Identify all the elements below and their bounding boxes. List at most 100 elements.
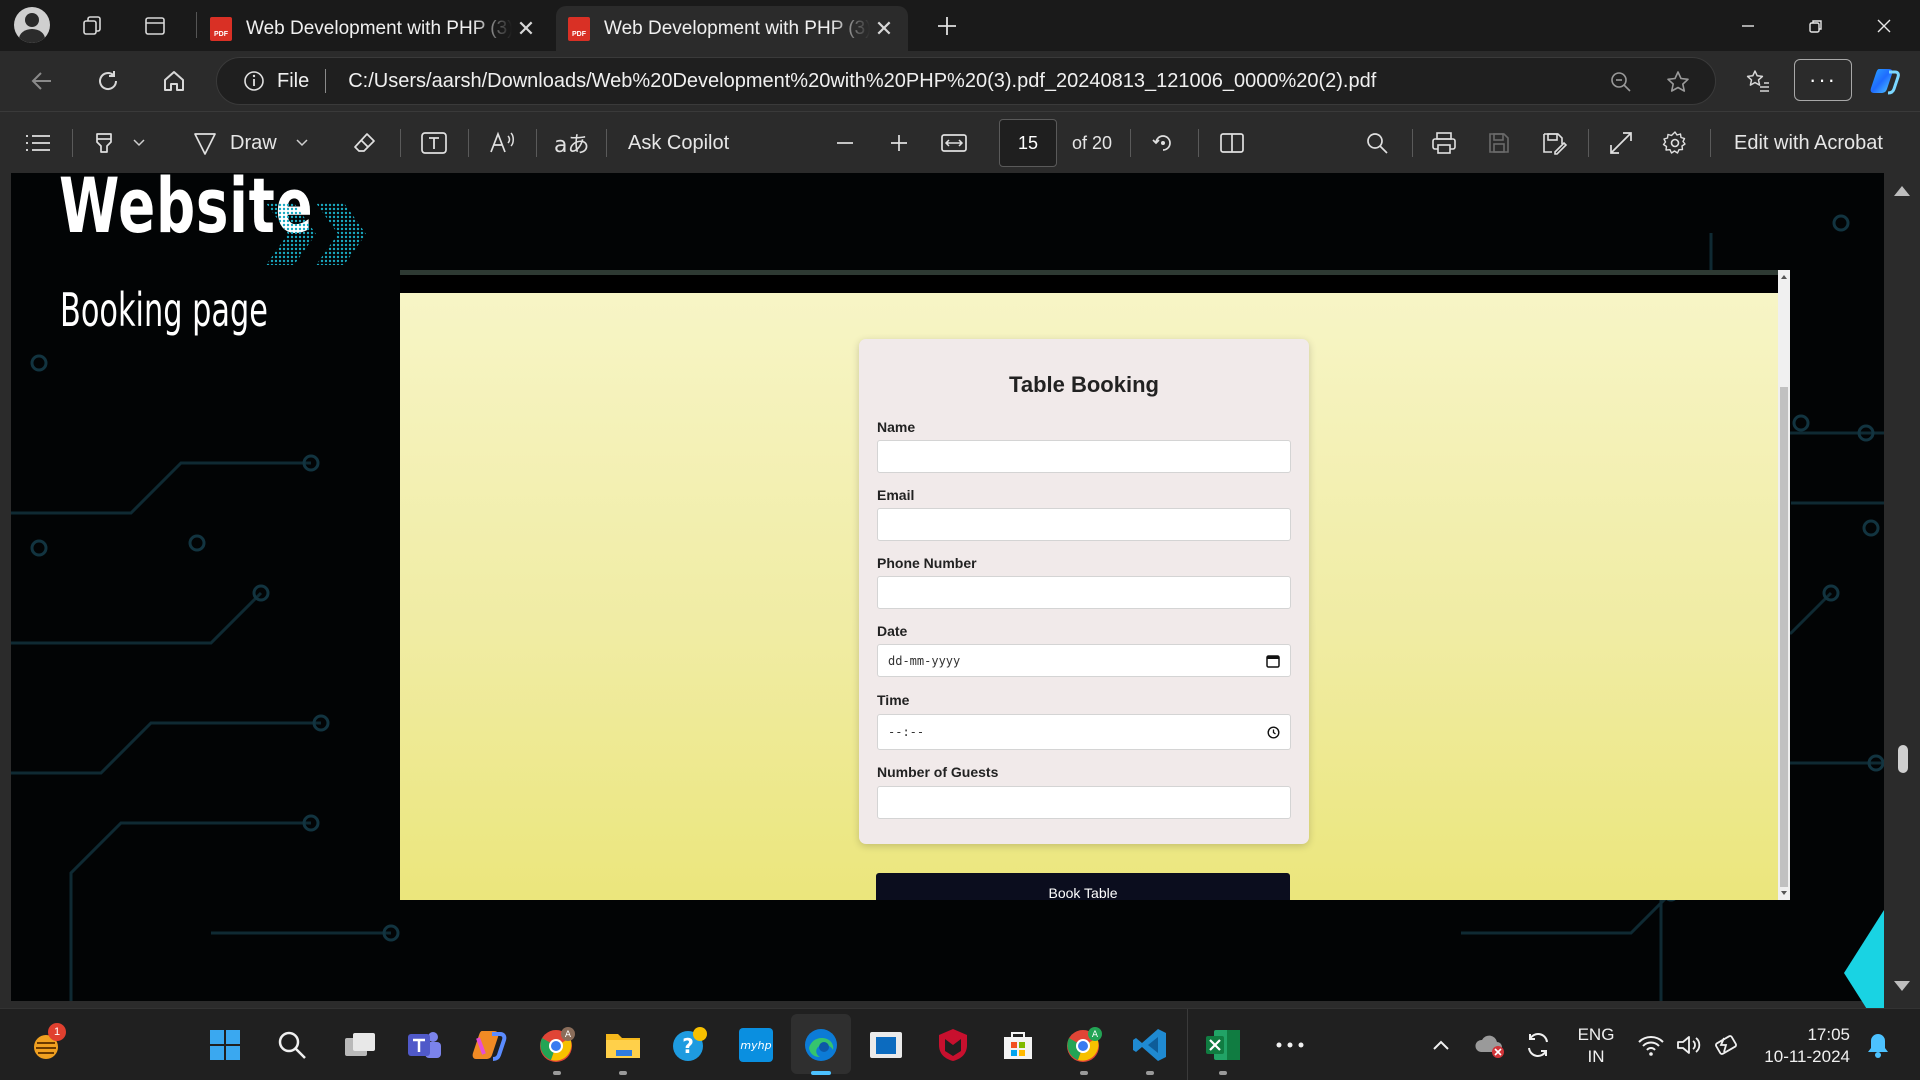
copilot-app-icon[interactable] — [470, 1025, 510, 1065]
url-text[interactable]: C:/Users/aarsh/Downloads/Web%20Developme… — [348, 70, 1376, 93]
print-icon[interactable] — [1430, 124, 1458, 162]
favorites-icon[interactable] — [1738, 61, 1778, 101]
edit-with-acrobat-button[interactable]: Edit with Acrobat — [1734, 124, 1883, 162]
microsoft-store-icon[interactable] — [998, 1025, 1038, 1065]
favorite-star-icon[interactable] — [1665, 69, 1691, 95]
scroll-down-arrow-icon[interactable] — [1894, 981, 1910, 991]
new-tab-icon[interactable] — [928, 8, 966, 44]
clock-icon[interactable] — [1267, 726, 1280, 739]
close-window-button[interactable] — [1856, 0, 1912, 51]
restore-button[interactable] — [1788, 0, 1844, 51]
tab-pdf-1[interactable]: PDF Web Development with PHP (3).pdf_202… — [198, 6, 550, 51]
search-icon[interactable] — [1364, 124, 1390, 162]
document-scroll-thumb[interactable] — [1898, 745, 1908, 773]
time-input[interactable]: --:-- — [877, 714, 1291, 750]
sync-icon[interactable] — [1518, 1025, 1558, 1065]
chrome-icon[interactable]: A — [1064, 1025, 1104, 1065]
fullscreen-icon[interactable] — [1608, 124, 1634, 162]
more-apps-icon[interactable] — [1270, 1025, 1310, 1065]
battery-charging-icon[interactable] — [1707, 1025, 1747, 1065]
wifi-icon[interactable] — [1631, 1025, 1671, 1065]
language-indicator[interactable]: ENG IN — [1572, 1024, 1620, 1068]
draw-tool[interactable]: Draw — [192, 124, 309, 162]
ask-copilot-button[interactable]: Ask Copilot — [628, 124, 729, 162]
highlight-tool[interactable] — [92, 124, 146, 162]
rotate-icon[interactable] — [1150, 124, 1176, 162]
workspaces-icon[interactable] — [74, 8, 112, 44]
info-icon[interactable] — [243, 70, 265, 92]
settings-gear-icon[interactable] — [1662, 124, 1688, 162]
widgets-icon[interactable]: 1 — [26, 1023, 66, 1065]
name-label: Name — [877, 419, 916, 435]
chevron-right-icon — [266, 203, 316, 265]
save-icon[interactable] — [1486, 124, 1512, 162]
minimize-button[interactable] — [1720, 0, 1776, 51]
date-label: Date — [877, 623, 908, 639]
zoom-out-icon[interactable] — [1609, 70, 1633, 94]
task-view-icon[interactable] — [340, 1025, 380, 1065]
profile-avatar[interactable] — [14, 7, 50, 43]
booking-page-screenshot: Table Booking Name Email Phone Number Da… — [400, 270, 1790, 900]
myhp-icon[interactable]: myhp — [736, 1025, 776, 1065]
edge-browser-icon[interactable] — [801, 1025, 841, 1065]
refresh-icon[interactable] — [88, 61, 128, 101]
close-tab-icon[interactable]: ✕ — [512, 16, 540, 42]
name-input[interactable] — [877, 440, 1291, 473]
app-window-icon[interactable] — [866, 1025, 906, 1065]
start-windows-icon[interactable] — [205, 1025, 245, 1065]
pdf-file-icon: PDF — [210, 16, 232, 41]
toolbar-divider — [1588, 129, 1589, 157]
scroll-up-arrow-icon — [1781, 275, 1787, 279]
search-icon[interactable] — [272, 1025, 312, 1065]
page-number-input[interactable]: 15 — [999, 119, 1057, 167]
copilot-icon[interactable] — [1866, 61, 1906, 101]
guests-input[interactable] — [877, 786, 1291, 819]
zoom-out-button[interactable] — [834, 124, 856, 162]
file-explorer-icon[interactable] — [603, 1025, 643, 1065]
onedrive-error-icon[interactable] — [1470, 1025, 1510, 1065]
read-aloud-icon[interactable] — [488, 124, 516, 162]
zoom-in-button[interactable] — [888, 124, 910, 162]
translate-icon[interactable]: aあ — [554, 124, 589, 162]
chrome-profile-icon[interactable]: A — [537, 1025, 577, 1065]
highlighter-icon — [92, 130, 118, 156]
tab-divider — [196, 12, 197, 38]
clock[interactable]: 17:05 10-11-2024 — [1752, 1024, 1850, 1068]
date-input[interactable]: dd-mm-yyyy — [877, 644, 1291, 677]
excel-icon[interactable] — [1203, 1025, 1243, 1065]
get-help-icon[interactable]: ? — [669, 1025, 709, 1065]
calendar-icon[interactable] — [1266, 654, 1280, 668]
phone-label: Phone Number — [877, 555, 977, 571]
pdf-toolbar: Draw aあ Ask Copilot 15 of 20 Edit with A… — [0, 111, 1920, 173]
chevron-down-icon[interactable] — [295, 138, 309, 148]
home-icon[interactable] — [154, 61, 194, 101]
address-bar[interactable]: File C:/Users/aarsh/Downloads/Web%20Deve… — [216, 57, 1716, 105]
vertical-tabs-icon[interactable] — [136, 8, 174, 44]
contents-icon[interactable] — [24, 124, 52, 162]
save-as-icon[interactable] — [1540, 124, 1568, 162]
mcafee-icon[interactable] — [933, 1025, 973, 1065]
vscode-icon[interactable] — [1130, 1025, 1170, 1065]
tab-title: Web Development with PHP (3).pdf_2024081… — [604, 17, 870, 39]
eraser-icon[interactable] — [352, 124, 378, 162]
settings-more-button[interactable]: ··· — [1794, 59, 1852, 101]
notification-bell-icon[interactable] — [1858, 1025, 1898, 1065]
page-total-label: of 20 — [1072, 132, 1113, 153]
document-scrollbar[interactable] — [1884, 173, 1920, 1008]
fit-width-icon[interactable] — [940, 124, 968, 162]
phone-input[interactable] — [877, 576, 1291, 609]
back-icon[interactable] — [22, 61, 62, 101]
teams-icon[interactable] — [404, 1025, 444, 1065]
page-view-icon[interactable] — [1218, 124, 1246, 162]
pdf-viewer[interactable]: Website Booking page Table Booking Name … — [0, 173, 1920, 1036]
book-table-button[interactable]: Book Table — [876, 873, 1290, 900]
chevron-down-icon[interactable] — [132, 138, 146, 148]
volume-icon[interactable] — [1669, 1025, 1709, 1065]
email-input[interactable] — [877, 508, 1291, 541]
close-tab-icon[interactable]: ✕ — [870, 16, 898, 42]
text-box-icon[interactable] — [420, 124, 448, 162]
toolbar-divider — [536, 129, 537, 157]
show-hidden-icons-chevron[interactable] — [1421, 1025, 1461, 1065]
tab-pdf-2-active[interactable]: PDF Web Development with PHP (3).pdf_202… — [556, 6, 908, 51]
scroll-up-arrow-icon[interactable] — [1894, 186, 1910, 196]
